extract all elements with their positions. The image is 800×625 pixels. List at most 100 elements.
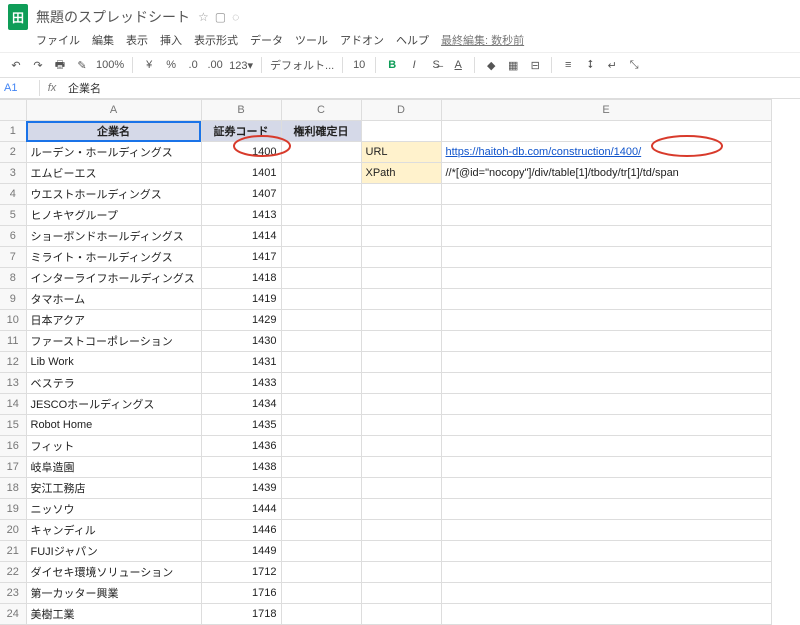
cell-D20[interactable] (361, 520, 441, 541)
cell-A16[interactable]: フィット (26, 436, 201, 457)
cell-E6[interactable] (441, 226, 771, 247)
wrap-icon[interactable]: ↵ (604, 56, 620, 74)
cell-C3[interactable] (281, 163, 361, 184)
row-header[interactable]: 10 (0, 310, 26, 331)
cell-B11[interactable]: 1430 (201, 331, 281, 352)
redo-icon[interactable]: ↷ (30, 56, 46, 74)
cell-A3[interactable]: エムビーエス (26, 163, 201, 184)
cell-A21[interactable]: FUJIジャパン (26, 541, 201, 562)
cell-D16[interactable] (361, 436, 441, 457)
halign-icon[interactable]: ≡ (560, 56, 576, 74)
menu-view[interactable]: 表示 (126, 32, 148, 48)
cell-E24[interactable] (441, 604, 771, 625)
cell-B24[interactable]: 1718 (201, 604, 281, 625)
cell-C12[interactable] (281, 352, 361, 373)
strike-icon[interactable]: S̶ (428, 56, 444, 74)
cell-B8[interactable]: 1418 (201, 268, 281, 289)
cell-B4[interactable]: 1407 (201, 184, 281, 205)
cell-A20[interactable]: キャンディル (26, 520, 201, 541)
cell-E2[interactable]: https://haitoh-db.com/construction/1400/ (441, 142, 771, 163)
row-header[interactable]: 1 (0, 121, 26, 142)
row-header[interactable]: 14 (0, 394, 26, 415)
cell-D15[interactable] (361, 415, 441, 436)
row-header[interactable]: 16 (0, 436, 26, 457)
cell-B13[interactable]: 1433 (201, 373, 281, 394)
cell-E21[interactable] (441, 541, 771, 562)
cell-B16[interactable]: 1436 (201, 436, 281, 457)
cell-A6[interactable]: ショーボンドホールディングス (26, 226, 201, 247)
col-header-A[interactable]: A (26, 100, 201, 121)
cell-E1[interactable] (441, 121, 771, 142)
cell-A2[interactable]: ルーデン・ホールディングス (26, 142, 201, 163)
cell-C19[interactable] (281, 499, 361, 520)
cell-C9[interactable] (281, 289, 361, 310)
cell-C15[interactable] (281, 415, 361, 436)
menu-addons[interactable]: アドオン (340, 32, 384, 48)
col-header-C[interactable]: C (281, 100, 361, 121)
cell-D21[interactable] (361, 541, 441, 562)
cell-D8[interactable] (361, 268, 441, 289)
cell-A17[interactable]: 岐阜造園 (26, 457, 201, 478)
cell-E12[interactable] (441, 352, 771, 373)
fill-color-icon[interactable]: ◆ (483, 56, 499, 74)
row-header[interactable]: 3 (0, 163, 26, 184)
cell-E16[interactable] (441, 436, 771, 457)
cell-D17[interactable] (361, 457, 441, 478)
cell-B21[interactable]: 1449 (201, 541, 281, 562)
row-header[interactable]: 20 (0, 520, 26, 541)
zoom-select[interactable]: 100% (96, 56, 124, 74)
cell-D2[interactable]: URL (361, 142, 441, 163)
col-header-B[interactable]: B (201, 100, 281, 121)
cell-A9[interactable]: タマホーム (26, 289, 201, 310)
cell-B20[interactable]: 1446 (201, 520, 281, 541)
cell-C24[interactable] (281, 604, 361, 625)
sheet-grid[interactable]: A B C D E 1 企業名 証券コード 権利確定日 2ルーデン・ホールディン… (0, 99, 800, 625)
cell-E11[interactable] (441, 331, 771, 352)
cell-A18[interactable]: 安江工務店 (26, 478, 201, 499)
cell-A11[interactable]: ファーストコーポレーション (26, 331, 201, 352)
row-header[interactable]: 5 (0, 205, 26, 226)
cell-D5[interactable] (361, 205, 441, 226)
undo-icon[interactable]: ↶ (8, 56, 24, 74)
rotate-icon[interactable]: ⤡ (626, 56, 642, 74)
cell-E17[interactable] (441, 457, 771, 478)
cell-D18[interactable] (361, 478, 441, 499)
row-header[interactable]: 2 (0, 142, 26, 163)
cell-D7[interactable] (361, 247, 441, 268)
row-header[interactable]: 11 (0, 331, 26, 352)
cell-C13[interactable] (281, 373, 361, 394)
cell-B6[interactable]: 1414 (201, 226, 281, 247)
cell-E8[interactable] (441, 268, 771, 289)
cell-A14[interactable]: JESCOホールディングス (26, 394, 201, 415)
cell-D1[interactable] (361, 121, 441, 142)
cell-B3[interactable]: 1401 (201, 163, 281, 184)
cell-D9[interactable] (361, 289, 441, 310)
cell-D19[interactable] (361, 499, 441, 520)
star-icon[interactable]: ☆ (198, 10, 209, 24)
cell-E19[interactable] (441, 499, 771, 520)
cell-E15[interactable] (441, 415, 771, 436)
cell-E3[interactable]: //*[@id="nocopy"]/div/table[1]/tbody/tr[… (441, 163, 771, 184)
cell-C21[interactable] (281, 541, 361, 562)
cell-A7[interactable]: ミライト・ホールディングス (26, 247, 201, 268)
cell-D6[interactable] (361, 226, 441, 247)
bold-icon[interactable]: B (384, 56, 400, 74)
menu-edit[interactable]: 編集 (92, 32, 114, 48)
menu-format[interactable]: 表示形式 (194, 32, 238, 48)
cell-B2[interactable]: 1400 (201, 142, 281, 163)
dec-increase-icon[interactable]: .00 (207, 56, 223, 74)
menu-help[interactable]: ヘルプ (396, 32, 429, 48)
cell-A8[interactable]: インターライフホールディングス (26, 268, 201, 289)
font-size-select[interactable]: 10 (351, 56, 367, 74)
cell-D3[interactable]: XPath (361, 163, 441, 184)
cell-E5[interactable] (441, 205, 771, 226)
row-header[interactable]: 23 (0, 583, 26, 604)
cell-D4[interactable] (361, 184, 441, 205)
cell-A1[interactable]: 企業名 (26, 121, 201, 142)
cell-C10[interactable] (281, 310, 361, 331)
menu-tools[interactable]: ツール (295, 32, 328, 48)
doc-title[interactable]: 無題のスプレッドシート (36, 7, 190, 27)
cell-C23[interactable] (281, 583, 361, 604)
cell-B14[interactable]: 1434 (201, 394, 281, 415)
cell-C7[interactable] (281, 247, 361, 268)
